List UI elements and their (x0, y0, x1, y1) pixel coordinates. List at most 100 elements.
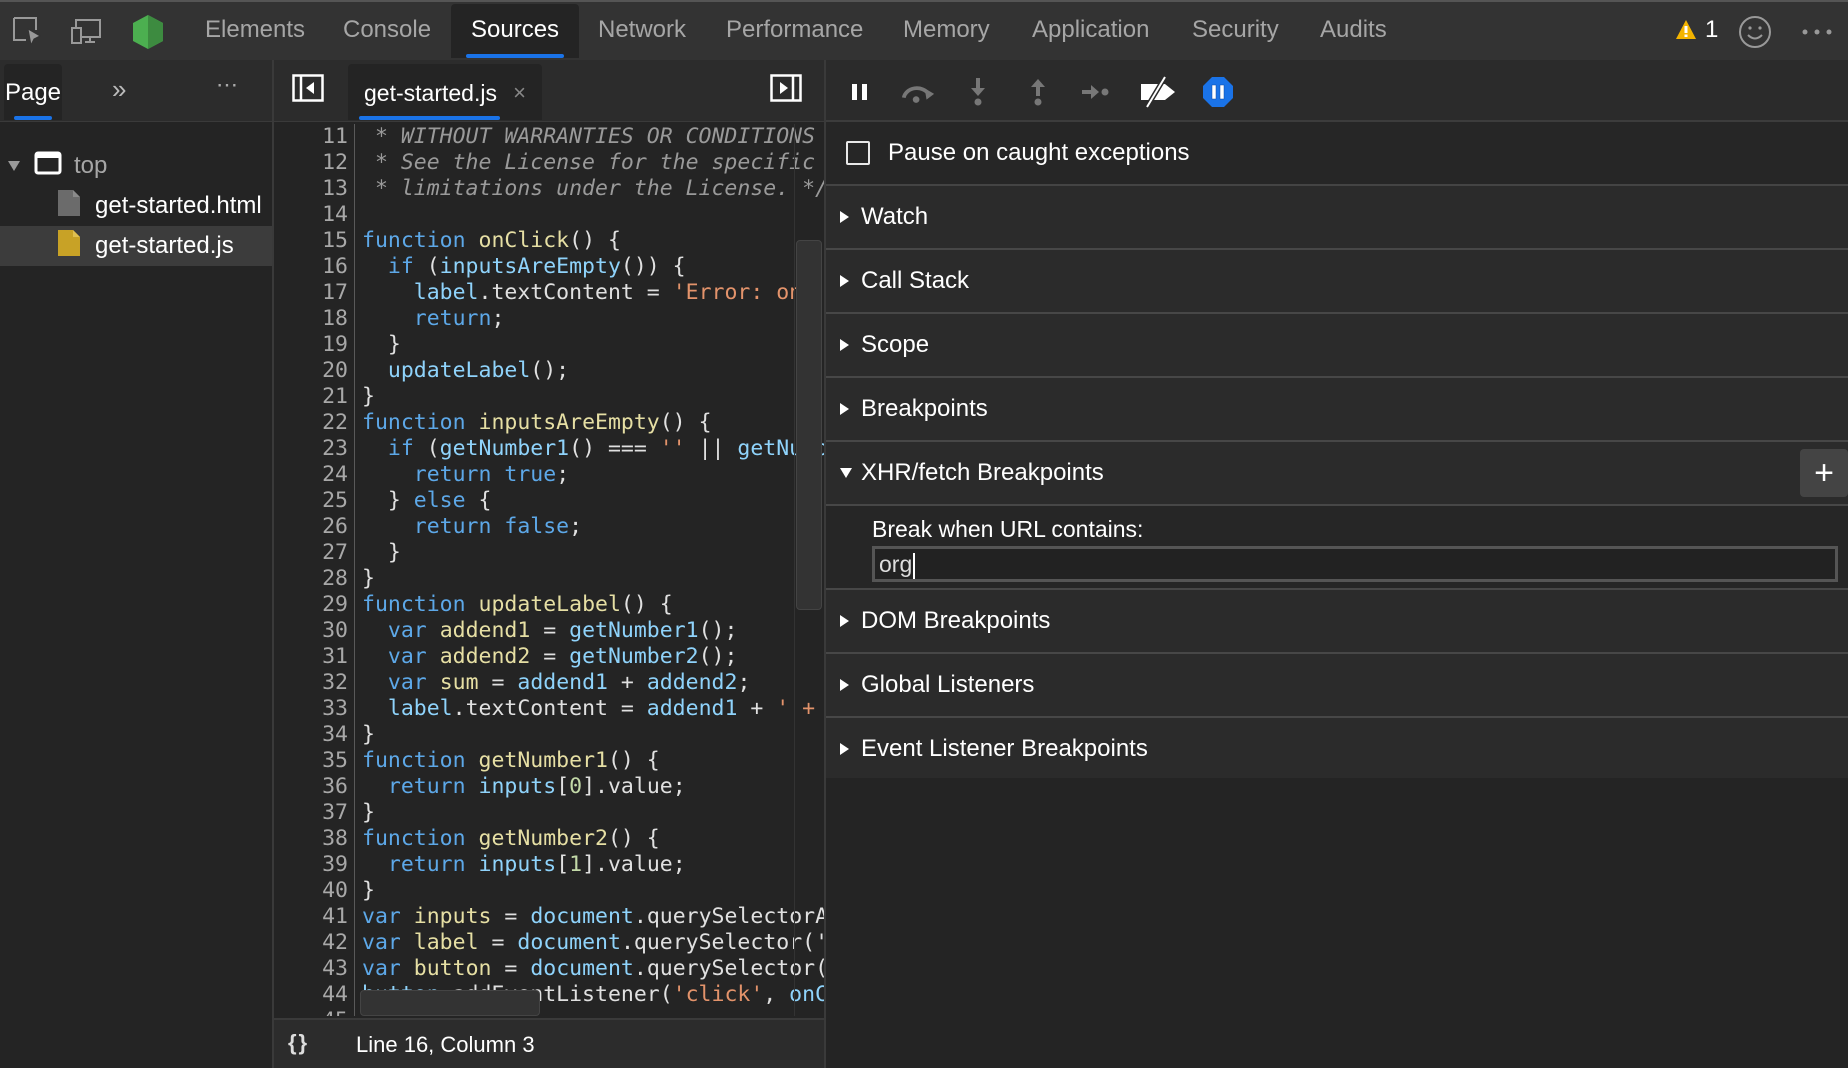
section-scope[interactable]: Scope (826, 314, 1848, 378)
code-line[interactable]: 21} (274, 384, 824, 410)
line-number[interactable]: 16 (274, 254, 348, 280)
tab-sources[interactable]: Sources (451, 4, 580, 58)
pretty-print-button[interactable]: {} (288, 1030, 309, 1056)
tree-item-get-started-html[interactable]: get-started.html (0, 186, 272, 226)
code-line[interactable]: 41 var inputs = document.querySelectorAll… (274, 904, 824, 930)
section-global-listeners[interactable]: Global Listeners (826, 654, 1848, 718)
step-into-icon[interactable] (960, 74, 996, 110)
tab-elements[interactable]: Elements (185, 4, 325, 58)
line-number[interactable]: 31 (274, 644, 348, 670)
line-number[interactable]: 24 (274, 462, 348, 488)
expand-triangle-icon[interactable] (840, 211, 849, 223)
deactivate-breakpoints-icon[interactable] (1138, 74, 1178, 110)
close-tab-icon[interactable]: × (513, 64, 526, 122)
line-number[interactable]: 42 (274, 930, 348, 956)
code-line[interactable]: 43 var button = document.querySelector('b… (274, 956, 824, 982)
expand-triangle-icon[interactable] (840, 615, 849, 627)
code-line[interactable]: 15 function onClick() { (274, 228, 824, 254)
line-number[interactable]: 15 (274, 228, 348, 254)
tab-get-started-js[interactable]: get-started.js × (348, 64, 542, 120)
feedback-smiley-icon[interactable] (1735, 12, 1775, 52)
more-tabs-icon[interactable]: » (112, 74, 126, 105)
tab-audits[interactable]: Audits (1300, 4, 1407, 58)
collapse-triangle-icon[interactable] (840, 468, 852, 478)
code-line[interactable]: 30 var addend1 = getNumber1(); (274, 618, 824, 644)
line-number[interactable]: 19 (274, 332, 348, 358)
step-out-icon[interactable] (1020, 74, 1056, 110)
line-number[interactable]: 32 (274, 670, 348, 696)
code-line[interactable]: 32 var sum = addend1 + addend2; (274, 670, 824, 696)
expand-triangle-icon[interactable] (840, 403, 849, 415)
horizontal-scrollbar[interactable] (360, 990, 540, 1016)
device-toolbar-icon[interactable] (66, 12, 106, 52)
line-number[interactable]: 45 (274, 1008, 348, 1016)
line-number[interactable]: 12 (274, 150, 348, 176)
code-line[interactable]: 45 (274, 1008, 824, 1016)
tab-console[interactable]: Console (323, 4, 451, 58)
code-line[interactable]: 16 if (inputsAreEmpty()) { (274, 254, 824, 280)
code-line[interactable]: 14 (274, 202, 824, 228)
code-line[interactable]: 26 return false; (274, 514, 824, 540)
tab-memory[interactable]: Memory (883, 4, 1010, 58)
line-number[interactable]: 18 (274, 306, 348, 332)
tree-item-top[interactable]: top (0, 146, 272, 186)
expand-triangle-icon[interactable] (840, 743, 849, 755)
line-number[interactable]: 20 (274, 358, 348, 384)
line-number[interactable]: 13 (274, 176, 348, 202)
section-breakpoints[interactable]: Breakpoints (826, 378, 1848, 442)
line-number[interactable]: 33 (274, 696, 348, 722)
toggle-debugger-icon[interactable] (770, 74, 802, 107)
code-line[interactable]: 38 function getNumber2() { (274, 826, 824, 852)
code-line[interactable]: 36 return inputs[0].value; (274, 774, 824, 800)
code-line[interactable]: 18 return; (274, 306, 824, 332)
expand-triangle-icon[interactable] (840, 679, 849, 691)
line-number[interactable]: 39 (274, 852, 348, 878)
node-js-icon[interactable] (128, 12, 168, 52)
code-line[interactable]: 37} (274, 800, 824, 826)
line-number[interactable]: 21 (274, 384, 348, 410)
line-number[interactable]: 22 (274, 410, 348, 436)
line-number[interactable]: 14 (274, 202, 348, 228)
tab-page[interactable]: Page (4, 64, 62, 120)
pause-on-caught-checkbox[interactable] (846, 141, 870, 165)
code-area[interactable]: 11 * WITHOUT WARRANTIES OR CONDITIONS OF… (274, 124, 824, 1016)
line-number[interactable]: 34 (274, 722, 348, 748)
code-line[interactable]: 11 * WITHOUT WARRANTIES OR CONDITIONS OF… (274, 124, 824, 150)
tab-security[interactable]: Security (1172, 4, 1299, 58)
code-line[interactable]: 34} (274, 722, 824, 748)
code-line[interactable]: 22 function inputsAreEmpty() { (274, 410, 824, 436)
code-line[interactable]: 39 return inputs[1].value; (274, 852, 824, 878)
line-number[interactable]: 40 (274, 878, 348, 904)
line-number[interactable]: 38 (274, 826, 348, 852)
code-line[interactable]: 33 label.textContent = addend1 + ' + ' +… (274, 696, 824, 722)
code-line[interactable]: 24 return true; (274, 462, 824, 488)
code-line[interactable]: 27 } (274, 540, 824, 566)
code-line[interactable]: 20 updateLabel(); (274, 358, 824, 384)
code-line[interactable]: 17 label.textContent = 'Error: one or bo… (274, 280, 824, 306)
step-over-icon[interactable] (900, 74, 936, 110)
line-number[interactable]: 26 (274, 514, 348, 540)
line-number[interactable]: 44 (274, 982, 348, 1008)
line-number[interactable]: 25 (274, 488, 348, 514)
warnings-counter[interactable]: 1 (1675, 16, 1718, 44)
vertical-scrollbar[interactable] (796, 240, 822, 610)
code-line[interactable]: 13 * limitations under the License. */ (274, 176, 824, 202)
break-url-input[interactable]: org (872, 546, 1838, 582)
expand-triangle-icon[interactable] (840, 339, 849, 351)
code-line[interactable]: 35 function getNumber1() { (274, 748, 824, 774)
tree-item-get-started-js[interactable]: get-started.js (0, 226, 272, 266)
code-line[interactable]: 44button.addEventListener('click', onCli… (274, 982, 824, 1008)
line-number[interactable]: 41 (274, 904, 348, 930)
tab-network[interactable]: Network (578, 4, 706, 58)
pause-on-caught-exceptions[interactable]: Pause on caught exceptions (826, 122, 1848, 186)
pause-on-exceptions-icon[interactable] (1200, 74, 1236, 110)
line-number[interactable]: 27 (274, 540, 348, 566)
section-watch[interactable]: Watch (826, 186, 1848, 250)
expand-triangle-icon[interactable] (8, 161, 20, 171)
code-line[interactable]: 29 function updateLabel() { (274, 592, 824, 618)
pause-icon[interactable] (842, 74, 878, 110)
line-number[interactable]: 17 (274, 280, 348, 306)
expand-triangle-icon[interactable] (840, 275, 849, 287)
section-event-listener-breakpoints[interactable]: Event Listener Breakpoints (826, 718, 1848, 782)
toggle-navigator-icon[interactable] (292, 74, 324, 107)
